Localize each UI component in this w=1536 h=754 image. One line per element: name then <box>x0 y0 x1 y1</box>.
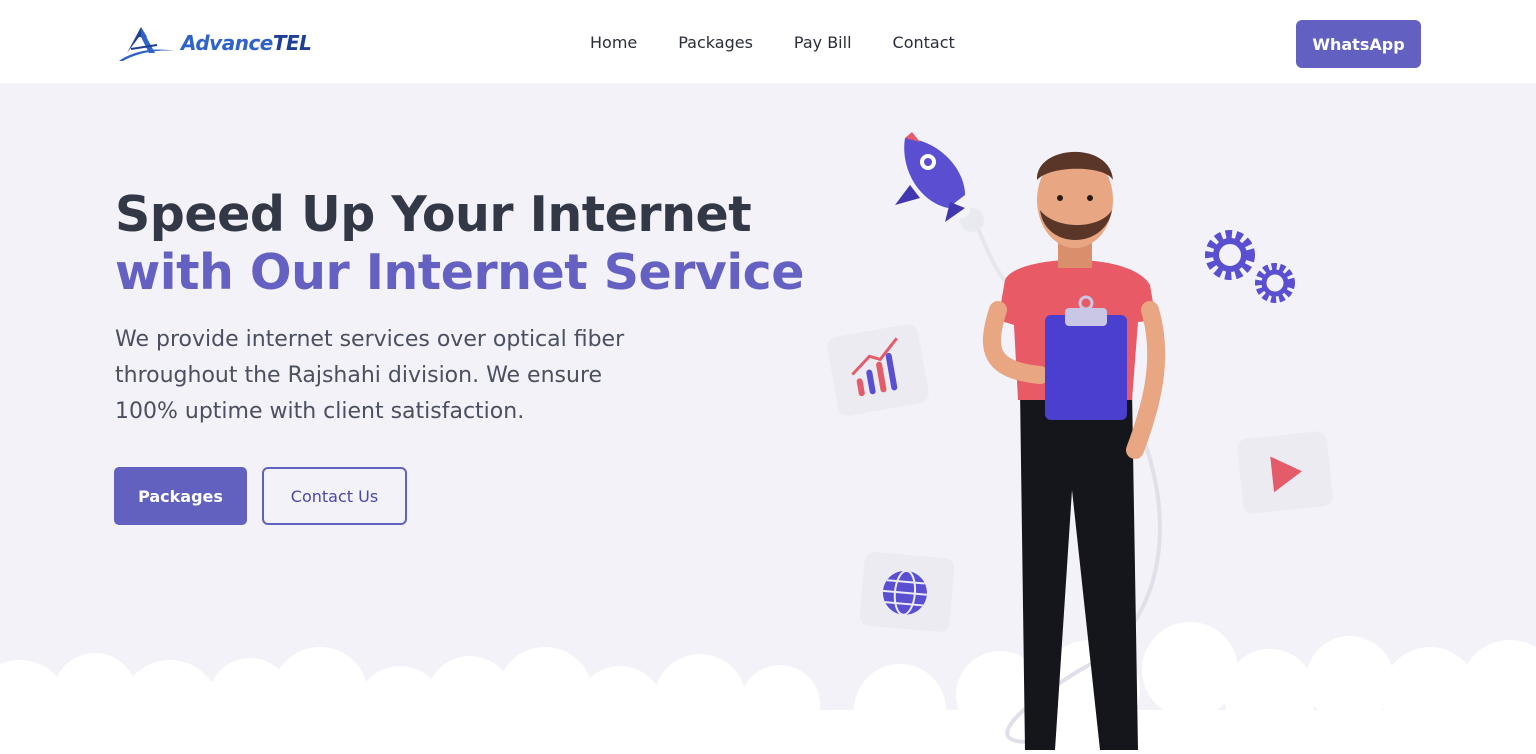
nav-link-home[interactable]: Home <box>590 31 637 55</box>
hero-illustration <box>827 132 1333 750</box>
contact-us-button[interactable]: Contact Us <box>262 467 407 525</box>
nav-link-pay-bill[interactable]: Pay Bill <box>794 31 852 55</box>
man-with-clipboard <box>982 151 1166 750</box>
advancetel-logo-icon <box>119 27 175 61</box>
brand-logo[interactable]: AdvanceTEL <box>117 23 312 63</box>
chart-card-icon <box>827 324 929 416</box>
nav-link-contact[interactable]: Contact <box>893 31 955 55</box>
main-nav: Home Packages Pay Bill Contact <box>590 31 955 55</box>
navbar: AdvanceTEL Home Packages Pay Bill Contac… <box>0 0 1536 83</box>
packages-button[interactable]: Packages <box>114 467 247 525</box>
gears-icon <box>1205 230 1295 303</box>
nav-link-packages[interactable]: Packages <box>678 31 753 55</box>
whatsapp-button[interactable]: WhatsApp <box>1296 20 1421 68</box>
hero-description: We provide internet services over optica… <box>115 327 625 424</box>
globe-card-icon <box>859 552 955 632</box>
brand-name: AdvanceTEL <box>181 31 312 55</box>
hero-title-line1: Speed Up Your Internet <box>115 186 752 243</box>
hero-title-line2: with Our Internet Service <box>115 244 804 301</box>
hero-title: Speed Up Your Internet with Our Internet… <box>115 186 804 302</box>
play-card-icon <box>1237 431 1333 514</box>
